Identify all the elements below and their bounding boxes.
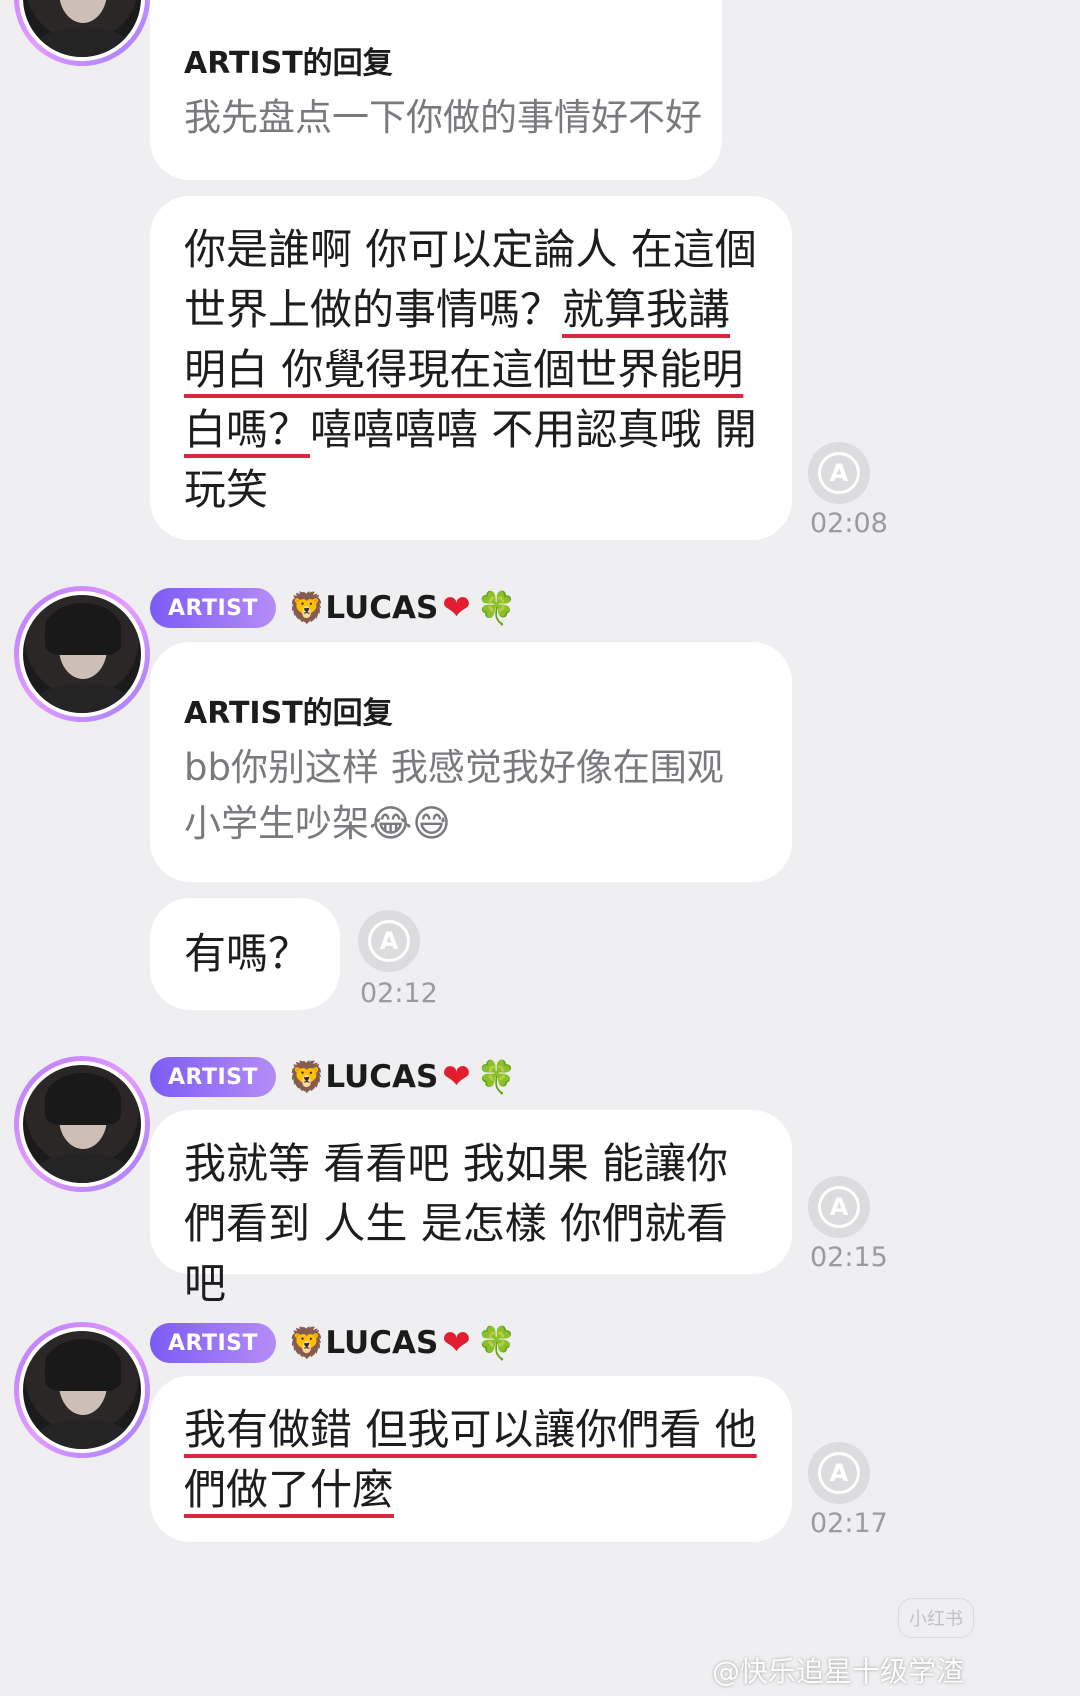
message-text: 我有做錯 但我可以讓你們看 他們做了什麼: [184, 1400, 768, 1520]
message-time: 02:15: [810, 1242, 888, 1273]
message-bubble: 我就等 看看吧 我如果 能讓你們看到 人生 是怎樣 你們就看吧: [150, 1110, 792, 1308]
clover-icon: 🍀: [476, 1058, 517, 1096]
username-text: LUCAS: [325, 590, 439, 626]
reply-text: bb你别这样 我感觉我好像在围观小学生吵架😂😅: [184, 746, 724, 845]
sender-header: ARTIST 🦁 LUCAS ❤ 🍀: [150, 586, 517, 630]
artist-badge: ARTIST: [150, 588, 277, 628]
artist-badge: ARTIST: [150, 1323, 277, 1363]
username[interactable]: 🦁 LUCAS ❤ 🍀: [288, 588, 517, 628]
translate-icon: A: [818, 1186, 860, 1228]
avatar[interactable]: [14, 1322, 150, 1458]
translate-icon: A: [818, 452, 860, 494]
lion-icon: 🦁: [288, 1325, 326, 1361]
message-text: 我就等 看看吧 我如果 能讓你們看到 人生 是怎樣 你們就看吧: [184, 1139, 729, 1308]
translate-button[interactable]: A: [358, 910, 420, 972]
message-time: 02:17: [810, 1508, 888, 1539]
message-text: 你是誰啊 你可以定論人 在這個世界上做的事情嗎？就算我講明白 你覺得現在這個世界…: [184, 220, 764, 520]
reply-bubble: ARTIST的回复 我先盘点一下你做的事情好不好: [150, 0, 722, 180]
reply-bubble: ARTIST的回复 bb你别这样 我感觉我好像在围观小学生吵架😂😅: [150, 642, 792, 882]
message-bubble: 有嗎？: [150, 898, 340, 1010]
heart-icon: ❤: [442, 1323, 471, 1363]
avatar[interactable]: [14, 586, 150, 722]
message-bubble: 你是誰啊 你可以定論人 在這個世界上做的事情嗎？就算我講明白 你覺得現在這個世界…: [150, 196, 792, 540]
reply-title: ARTIST的回复: [184, 696, 393, 731]
username-text: LUCAS: [325, 1059, 439, 1095]
reply-title: ARTIST的回复: [184, 46, 393, 81]
sender-header: ARTIST 🦁 LUCAS ❤ 🍀: [150, 1321, 517, 1365]
message-time: 02:12: [360, 978, 438, 1009]
username-text: LUCAS: [325, 1325, 439, 1361]
sender-header: ARTIST 🦁 LUCAS ❤ 🍀: [150, 1055, 517, 1099]
clover-icon: 🍀: [476, 589, 517, 627]
translate-icon: A: [818, 1452, 860, 1494]
message-bubble: 我有做錯 但我可以讓你們看 他們做了什麼: [150, 1376, 792, 1542]
watermark-text: @快乐追星十级学渣: [712, 1655, 965, 1688]
lion-icon: 🦁: [288, 1059, 326, 1095]
translate-button[interactable]: A: [808, 1176, 870, 1238]
reply-text: 我先盘点一下你做的事情好不好: [184, 96, 702, 139]
clover-icon: 🍀: [476, 1324, 517, 1362]
heart-icon: ❤: [442, 588, 471, 628]
avatar[interactable]: [14, 1056, 150, 1192]
lion-icon: 🦁: [288, 590, 326, 626]
message-text: 有嗎？: [184, 929, 311, 978]
translate-button[interactable]: A: [808, 1442, 870, 1504]
username[interactable]: 🦁 LUCAS ❤ 🍀: [288, 1057, 517, 1097]
username[interactable]: 🦁 LUCAS ❤ 🍀: [288, 1323, 517, 1363]
translate-icon: A: [368, 920, 410, 962]
watermark-logo: 小红书: [898, 1598, 974, 1638]
avatar[interactable]: [14, 0, 150, 66]
underlined-text: 我有做錯 但我可以讓你們看 他們做了什麼: [184, 1405, 757, 1514]
translate-button[interactable]: A: [808, 442, 870, 504]
artist-badge: ARTIST: [150, 1057, 277, 1097]
heart-icon: ❤: [442, 1057, 471, 1097]
message-time: 02:08: [810, 508, 888, 539]
